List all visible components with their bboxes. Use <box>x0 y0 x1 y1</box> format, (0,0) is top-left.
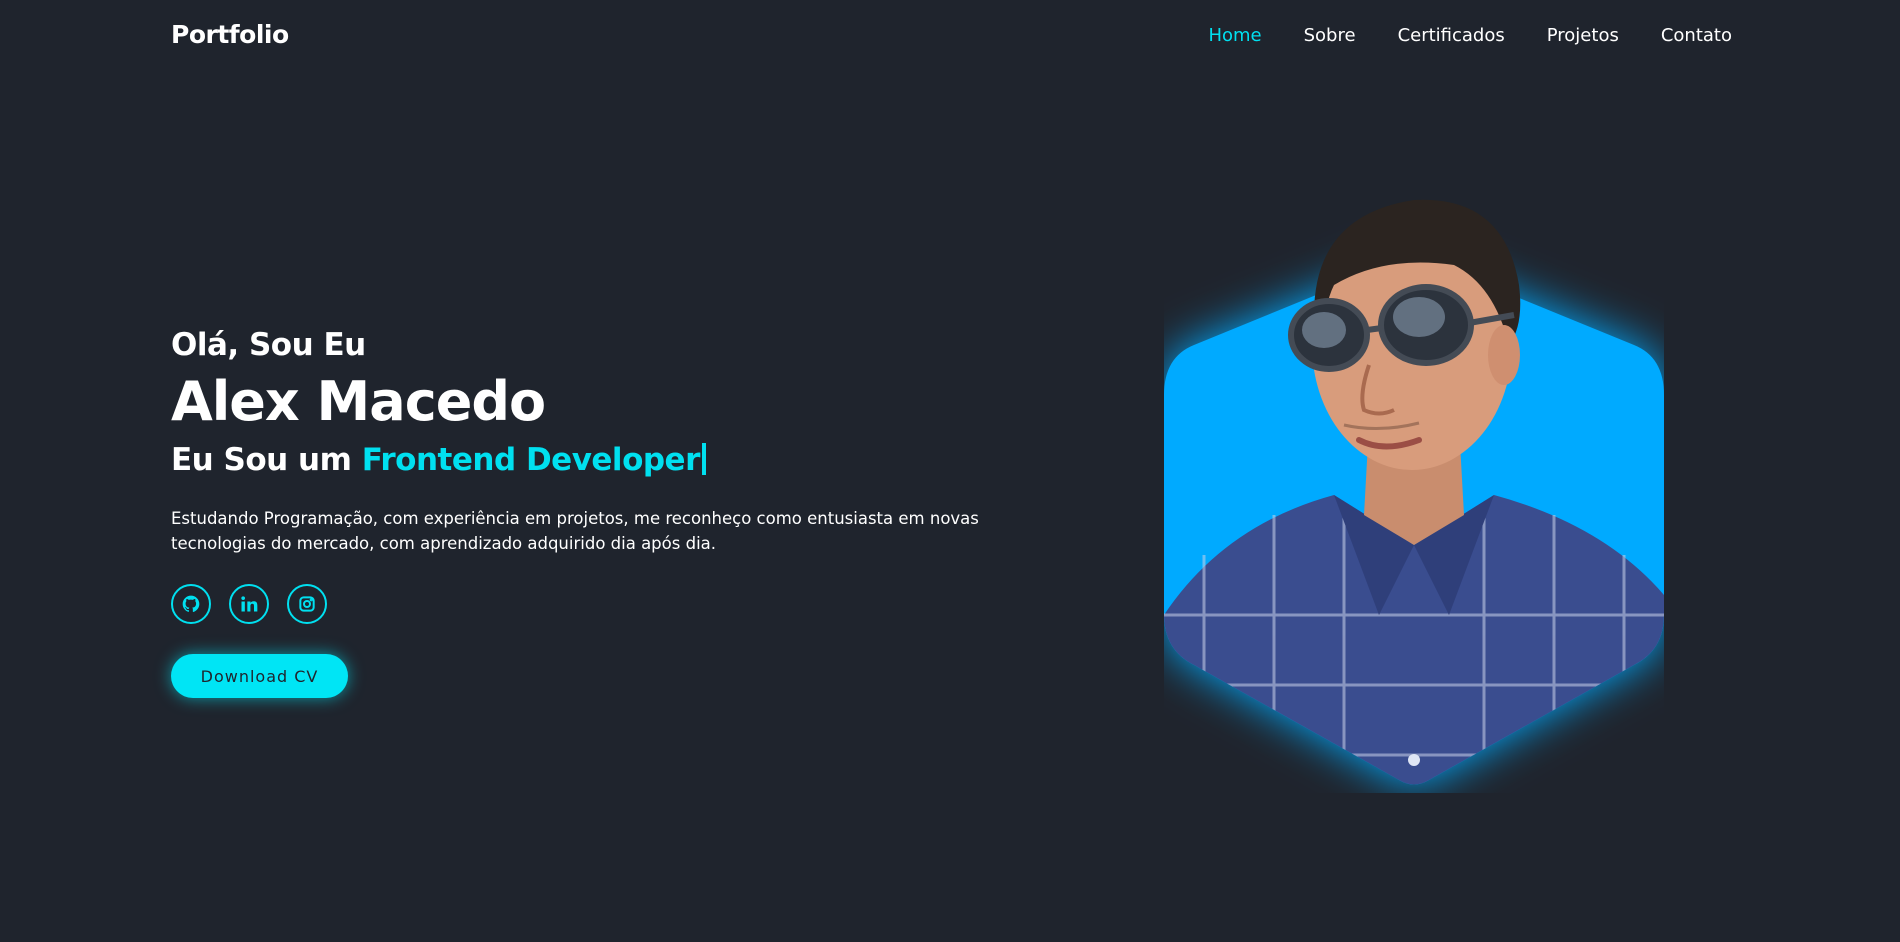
typing-cursor <box>701 443 706 475</box>
instagram-link[interactable] <box>287 584 327 624</box>
nav-link-home[interactable]: Home <box>1208 25 1261 46</box>
hero-section: Olá, Sou Eu Alex Macedo Eu Sou um Fronte… <box>171 324 1071 698</box>
hero-role-accent: Frontend Developer <box>361 442 701 478</box>
nav-link-projetos[interactable]: Projetos <box>1547 25 1619 46</box>
github-link[interactable] <box>171 584 211 624</box>
download-cv-button[interactable]: Download CV <box>171 654 348 698</box>
linkedin-icon <box>241 596 258 612</box>
site-header: Portfolio Home Sobre Certificados Projet… <box>0 0 1900 72</box>
nav-link-certificados[interactable]: Certificados <box>1398 25 1505 46</box>
logo[interactable]: Portfolio <box>171 20 289 49</box>
hero-description: Estudando Programação, com experiência e… <box>171 509 979 553</box>
hero-role-prefix: Eu Sou um <box>171 442 352 478</box>
hexagon-portrait <box>1164 199 1664 785</box>
hero-greeting: Olá, Sou Eu <box>171 327 366 363</box>
profile-photo <box>1164 195 1664 793</box>
nav-link-contato[interactable]: Contato <box>1661 25 1732 46</box>
main-nav: Home Sobre Certificados Projetos Contato <box>1208 25 1732 46</box>
hero-name: Alex Macedo <box>171 370 546 433</box>
hero-role: Eu Sou um Frontend Developer <box>171 438 1071 482</box>
social-links <box>171 584 1071 624</box>
nav-link-sobre[interactable]: Sobre <box>1304 25 1356 46</box>
github-icon <box>182 595 200 613</box>
instagram-icon <box>299 596 315 612</box>
linkedin-link[interactable] <box>229 584 269 624</box>
